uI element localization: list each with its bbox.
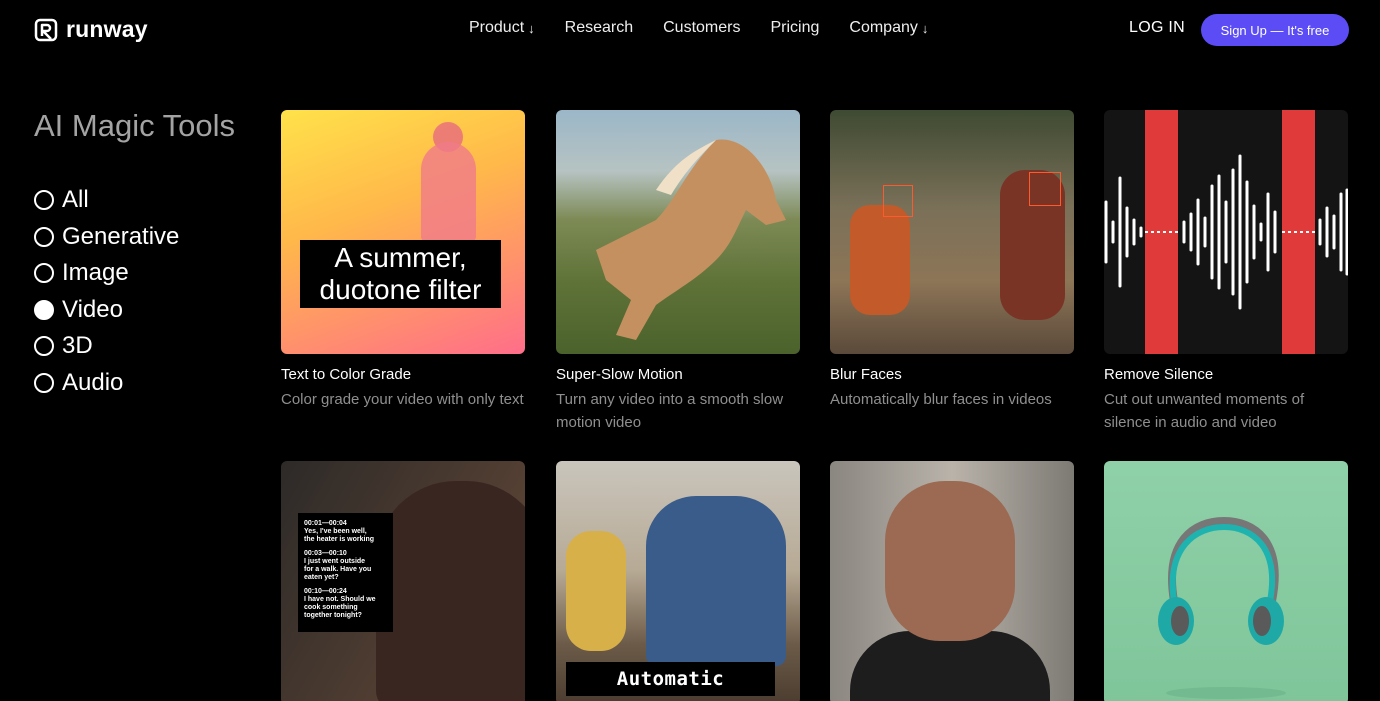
filter-label: Image [62,259,129,287]
tool-thumbnail[interactable]: 00:01—00:04 Yes, I've been well, the hea… [281,461,525,701]
main-nav: Product ↓ Research Customers Pricing Com… [469,19,928,37]
tool-title[interactable]: Text to Color Grade [281,365,525,385]
filter-image[interactable]: Image [34,255,179,292]
tool-thumbnail[interactable] [1104,110,1348,354]
thumbnail-overlay-text: A summer, duotone filter [300,240,501,308]
nav-research[interactable]: Research [565,19,633,37]
tool-card-subtitles-call[interactable]: 00:01—00:04 Yes, I've been well, the hea… [281,461,525,701]
tool-description: Turn any video into a smooth slow motion… [556,391,784,431]
nav-company-label: Company [849,19,918,36]
down-arrow-icon: ↓ [921,20,929,36]
tool-thumbnail[interactable] [1104,461,1348,701]
person-figure [850,205,910,315]
radio-checked-icon[interactable] [34,299,54,320]
filter-label: 3D [62,332,93,360]
down-arrow-icon: ↓ [528,20,535,36]
thumbnail-overlay-text: Automatic subtitles [566,662,775,696]
tool-card-automatic-subtitles[interactable]: Automatic subtitles [556,461,800,701]
tool-description: Color grade your video with only text [281,391,524,408]
tool-card-portrait[interactable] [830,461,1074,701]
filter-label: Audio [62,368,124,396]
subtitle-line: 00:01—00:04 Yes, I've been well, the hea… [304,520,375,543]
tool-thumbnail[interactable]: Automatic subtitles [556,461,800,701]
nav-product[interactable]: Product ↓ [469,19,535,37]
tool-thumbnail[interactable] [830,110,1074,354]
radio-icon[interactable] [34,263,54,284]
face-detection-box [883,185,913,217]
tool-title[interactable]: Blur Faces [830,365,1074,385]
tool-title[interactable]: Super-Slow Motion [556,365,800,385]
runway-logo[interactable]: runway [34,16,148,43]
filter-generative[interactable]: Generative [34,219,179,256]
nav-product-label: Product [469,19,525,36]
radio-icon[interactable] [34,372,54,393]
tool-card-text-to-color-grade[interactable]: A summer, duotone filter Text to Color G… [281,110,525,411]
nav-pricing-label: Pricing [770,19,820,36]
tool-card-headphones[interactable] [1104,461,1348,701]
person-figure [376,481,525,701]
subtitle-line: 00:10—00:24 I have not. Should we cook s… [304,588,376,619]
nav-research-label: Research [564,19,634,36]
radio-icon[interactable] [34,190,54,211]
tool-thumbnail[interactable] [556,110,800,354]
face-detection-box [1029,172,1061,206]
person-face [885,481,1015,641]
signup-button[interactable]: Sign Up — It's free [1201,14,1349,46]
nav-customers-label: Customers [663,19,741,36]
filter-audio[interactable]: Audio [34,365,179,402]
runway-logo-icon [34,18,58,41]
filter-all[interactable]: All [34,182,179,219]
horse-image [596,139,786,340]
tool-card-super-slow-motion[interactable]: Super-Slow Motion Turn any video into a … [556,110,800,434]
category-filters: All Generative Image Video 3D Audio [34,182,179,401]
waveform-icon [1104,154,1348,310]
tool-card-blur-faces[interactable]: Blur Faces Automatically blur faces in v… [830,110,1074,411]
filter-3d[interactable]: 3D [34,328,179,365]
tool-description: Automatically blur faces in videos [830,391,1052,408]
subtitle-transcript: 00:01—00:04 Yes, I've been well, the hea… [298,513,393,632]
person-figure [850,631,1050,701]
person-silhouette [421,142,476,242]
tool-card-remove-silence[interactable]: Remove Silence Cut out unwanted moments … [1104,110,1348,434]
filter-label: Generative [62,222,180,250]
radio-icon[interactable] [34,226,54,247]
tool-description: Cut out unwanted moments of silence in a… [1104,391,1305,431]
site-header: runway Product ↓ Research Customers Pric… [0,0,1380,60]
page-title: AI Magic Tools [34,108,236,143]
headphones-icon [1158,516,1286,699]
subtitle-line: 00:03—00:10 I just went outside for a wa… [304,550,372,581]
filter-label: All [62,186,89,214]
filter-video[interactable]: Video [34,292,179,329]
tool-thumbnail[interactable]: A summer, duotone filter [281,110,525,354]
tool-title[interactable]: Remove Silence [1104,365,1348,385]
nav-pricing[interactable]: Pricing [770,19,819,37]
filter-label: Video [62,295,123,323]
nav-company[interactable]: Company ↓ [849,19,928,37]
login-link[interactable]: LOG IN [1129,19,1185,37]
person-figure [646,496,786,666]
nav-customers[interactable]: Customers [663,19,740,37]
logo-text: runway [66,16,148,42]
radio-icon[interactable] [34,336,54,357]
person-figure [566,531,626,651]
tool-thumbnail[interactable] [830,461,1074,701]
